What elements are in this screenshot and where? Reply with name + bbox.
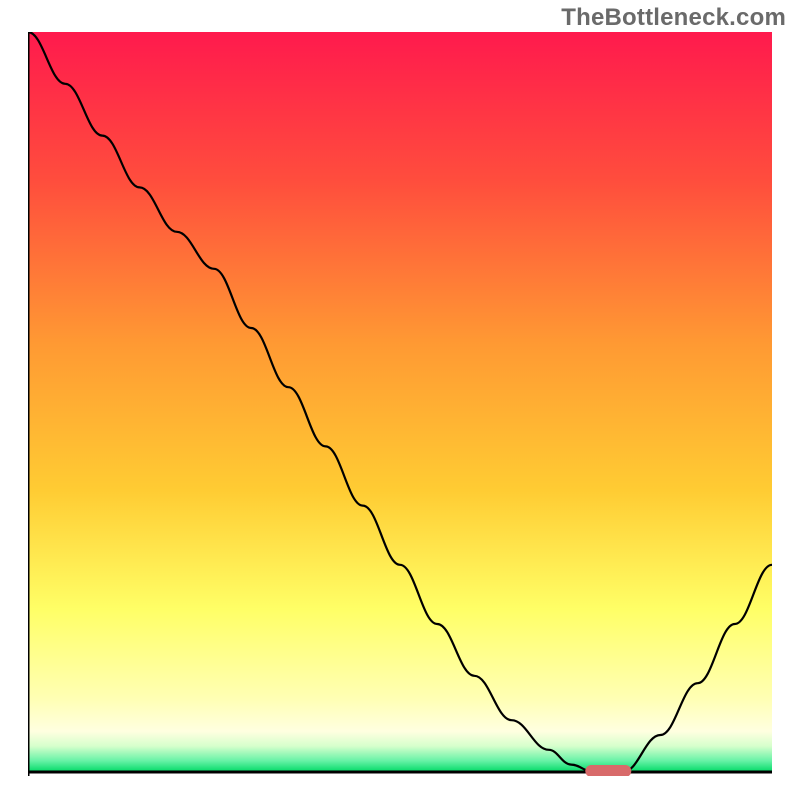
gradient-background	[28, 32, 772, 772]
plot-area	[28, 32, 772, 776]
bottleneck-chart: TheBottleneck.com	[0, 0, 800, 800]
optimal-marker	[585, 765, 631, 776]
chart-svg	[28, 32, 772, 776]
watermark-text: TheBottleneck.com	[561, 4, 786, 32]
